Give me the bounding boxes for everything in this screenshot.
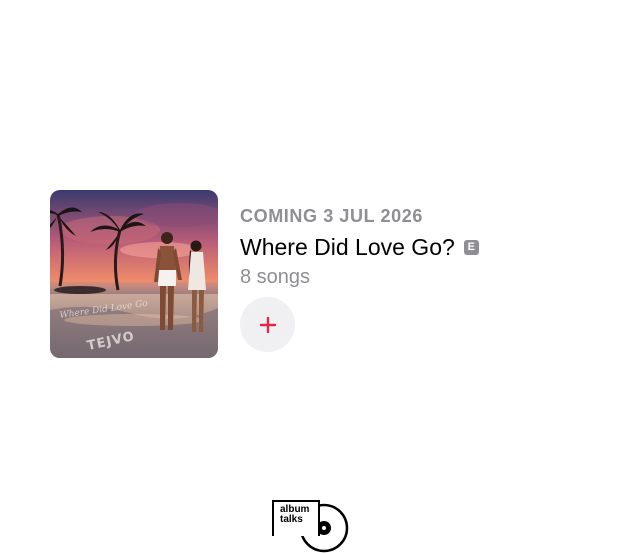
album-artwork-image: Where Did Love Go TEJVO (50, 190, 218, 358)
album-talks-watermark: album talks (272, 500, 356, 553)
title-row: Where Did Love Go? E (240, 232, 479, 262)
album-card[interactable]: Where Did Love Go TEJVO COMING 3 JUL 202… (50, 190, 610, 360)
release-date: COMING 3 JUL 2026 (240, 206, 423, 226)
album-info: COMING 3 JUL 2026 Where Did Love Go? E 8… (240, 204, 479, 290)
explicit-badge: E (463, 239, 479, 255)
watermark-line-2: talks (280, 514, 303, 525)
album-artwork[interactable]: Where Did Love Go TEJVO (50, 190, 218, 358)
watermark-box: album talks (272, 500, 320, 536)
add-button[interactable] (240, 297, 295, 352)
plus-icon (259, 316, 276, 333)
watermark-text: album talks (280, 505, 309, 525)
album-title[interactable]: Where Did Love Go? (240, 232, 455, 262)
song-count: 8 songs (240, 266, 311, 288)
